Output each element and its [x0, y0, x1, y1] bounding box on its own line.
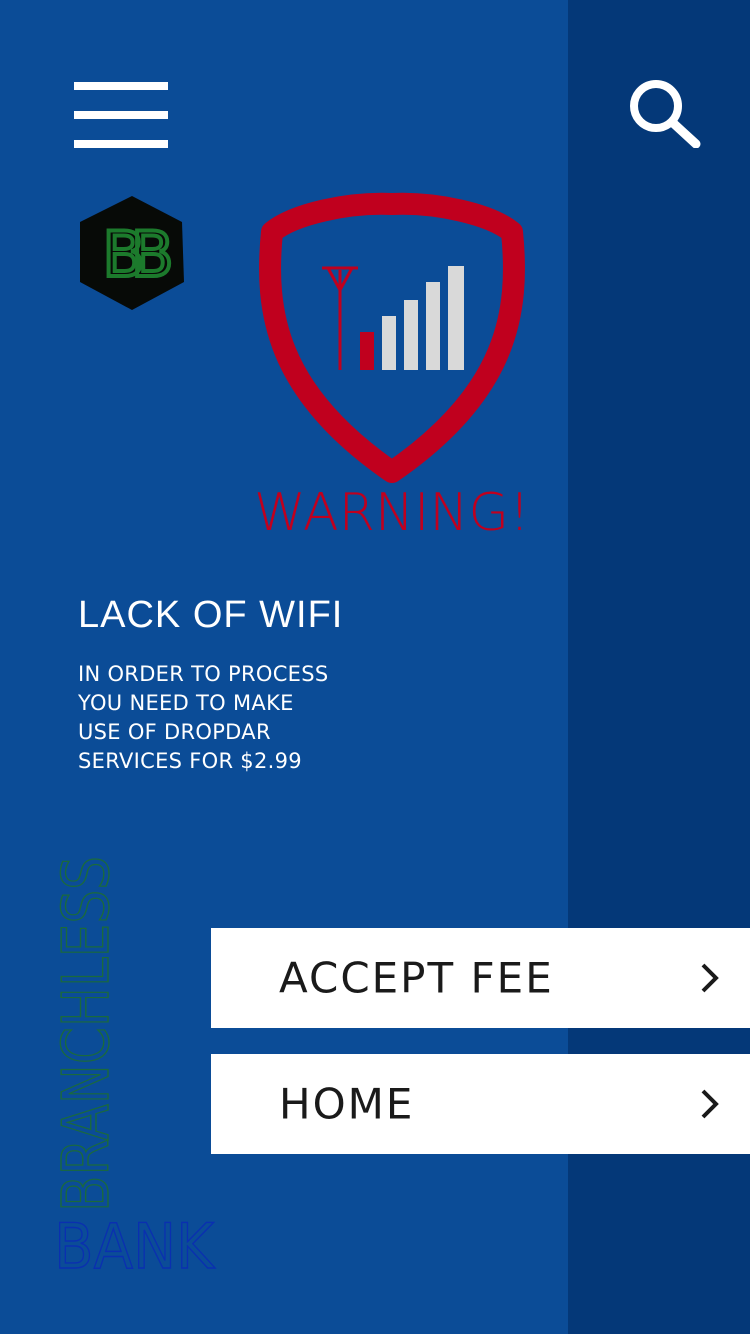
message-line: IN ORDER TO PROCESS [78, 662, 329, 686]
brand-bank: BANK [54, 1210, 215, 1280]
message-title: LACK OF WIFI [78, 594, 344, 636]
message-body: IN ORDER TO PROCESS YOU NEED TO MAKE USE… [78, 660, 378, 776]
accept-fee-label: ACCEPT FEE [279, 953, 554, 1003]
bb-logo: BB [78, 194, 186, 312]
message-line: YOU NEED TO MAKE [78, 691, 294, 715]
search-button[interactable] [628, 78, 702, 149]
chevron-right-icon [701, 1089, 719, 1119]
message-line: SERVICES FOR $2.99 [78, 749, 302, 773]
no-signal-shield-icon [258, 192, 526, 484]
accept-fee-button[interactable]: ACCEPT FEE [211, 928, 750, 1028]
home-button[interactable]: HOME [211, 1054, 750, 1154]
home-label: HOME [279, 1079, 415, 1129]
message-line: USE OF DROPDAR [78, 720, 271, 744]
brand-wordmark: BRANCHLESS BANK [49, 855, 216, 1280]
search-icon [630, 80, 701, 149]
warning-title-box: WARNING! [254, 483, 530, 538]
menu-button[interactable] [74, 82, 168, 148]
brand-branchless: BRANCHLESS [50, 856, 124, 1212]
warning-title: WARNING! [254, 483, 530, 538]
chevron-right-icon [701, 963, 719, 993]
